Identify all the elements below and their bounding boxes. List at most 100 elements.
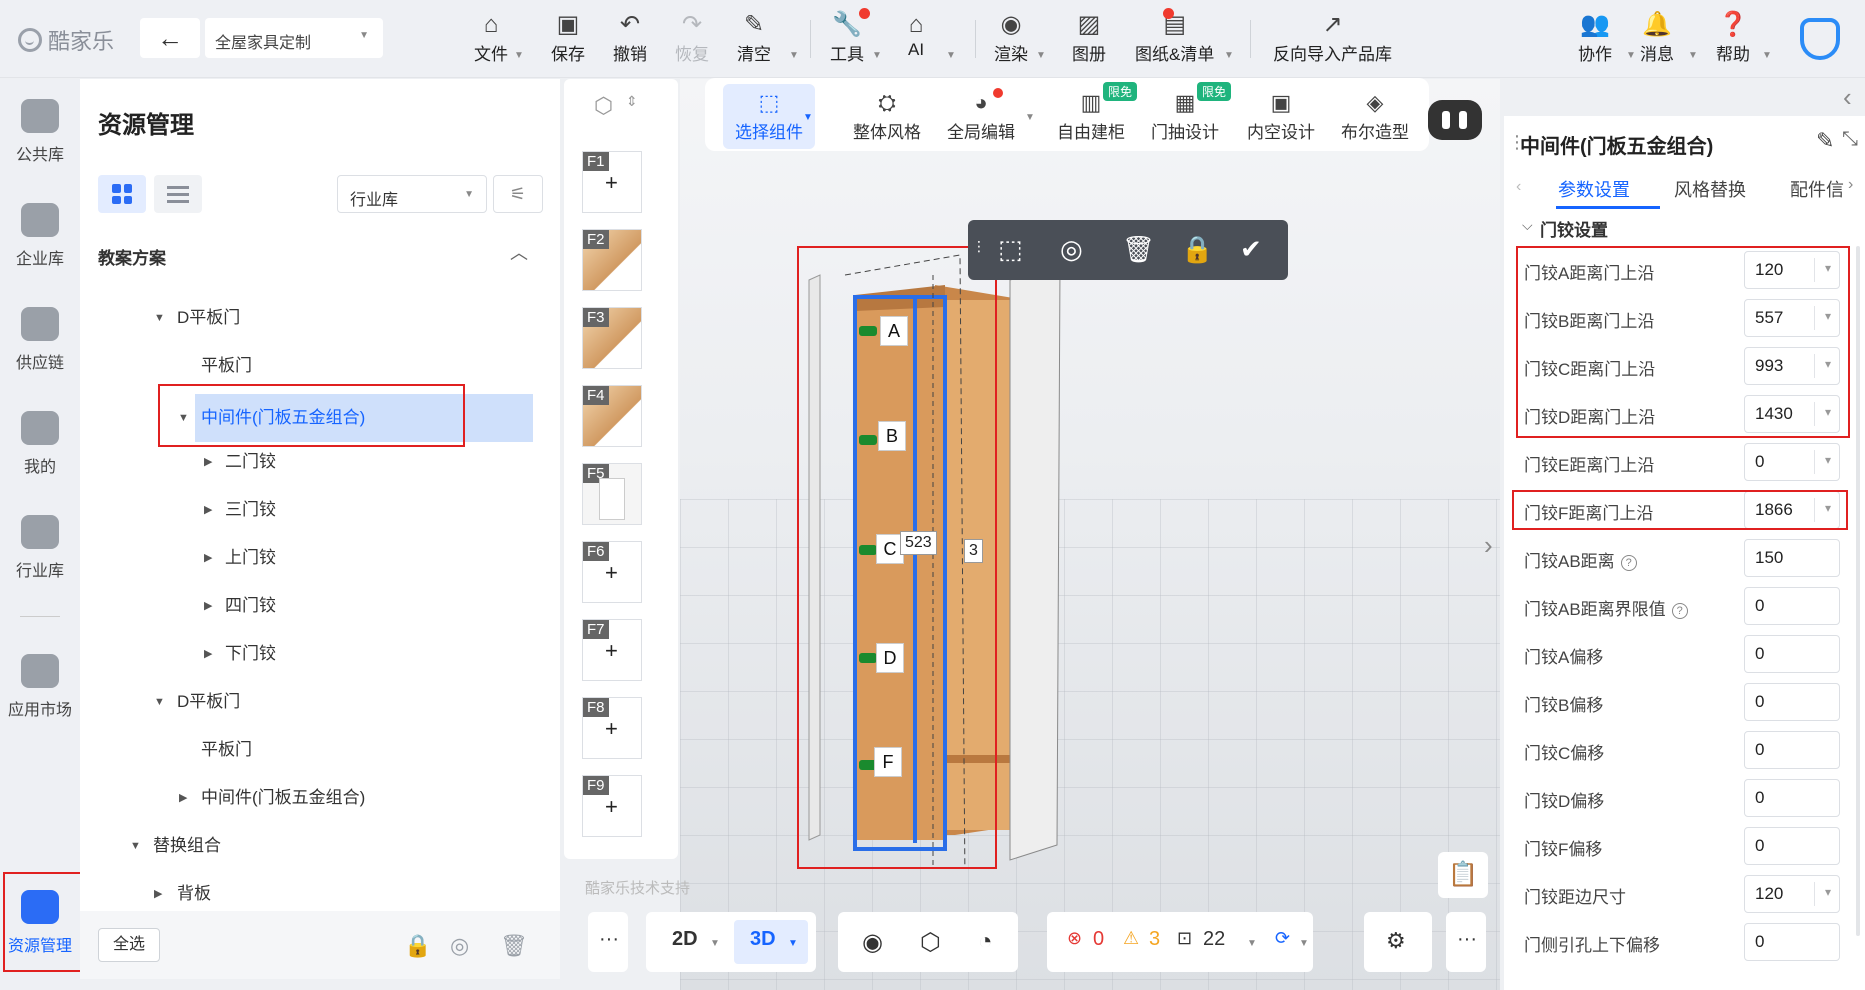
cabinet-model[interactable] — [795, 245, 1085, 865]
param-input[interactable]: 0 — [1744, 923, 1840, 961]
lock-icon[interactable]: 🔒 — [1181, 234, 1213, 265]
hinge-marker[interactable] — [859, 545, 877, 555]
thumb-slot[interactable]: F6 + — [582, 541, 642, 603]
tree-item[interactable]: ▶ 二门铰 — [80, 442, 560, 482]
chevron-down-icon[interactable]: ▼ — [1762, 50, 1772, 61]
thumb-slot[interactable]: F9 + — [582, 775, 642, 837]
param-input[interactable]: 120 — [1744, 875, 1840, 913]
filter-button[interactable]: ⚟ — [493, 175, 543, 213]
chevron-down-icon[interactable]: ▼ — [788, 938, 798, 949]
more-button[interactable]: ··· — [588, 912, 628, 972]
project-select[interactable]: 全屋家具定制 ▼ — [205, 18, 383, 58]
tree-item[interactable]: ▶ 下门铰 — [80, 634, 560, 674]
edit-component-icon[interactable]: ⬚ — [998, 234, 1023, 265]
nav-industry-library[interactable]: 行业库 — [0, 515, 80, 581]
mode-3d-button[interactable]: 3D — [750, 928, 776, 951]
more-button[interactable]: ··· — [1446, 912, 1486, 972]
sort-icon[interactable]: ⇕ — [626, 93, 638, 110]
chevron-down-icon[interactable]: ▼ — [514, 50, 524, 61]
tab-accessories[interactable]: 配件信 — [1790, 176, 1850, 202]
eye-icon[interactable]: ◉ — [862, 928, 883, 957]
lock-icon[interactable]: 🔒 — [404, 933, 431, 959]
thumb-slot[interactable]: F5 — [582, 463, 642, 525]
select-component-button[interactable]: ⬚ 选择组件 — [723, 84, 815, 149]
back-button[interactable]: ← — [140, 18, 200, 58]
library-select[interactable]: 行业库 ▼ — [337, 175, 487, 213]
error-icon[interactable]: ⊗ — [1067, 928, 1082, 949]
param-input[interactable]: 993 — [1744, 347, 1840, 385]
chevron-down-icon[interactable]: ▼ — [789, 50, 799, 61]
tree-item[interactable]: ▶ 中间件(门板五金组合) — [80, 778, 560, 818]
chevron-down-icon[interactable]: ▼ — [1688, 50, 1698, 61]
chevron-right-icon[interactable]: › — [1848, 176, 1853, 194]
param-input[interactable]: 0 — [1744, 587, 1840, 625]
thumb-slot[interactable]: F1 + — [582, 151, 642, 213]
param-input[interactable]: 557 — [1744, 299, 1840, 337]
dimension-label[interactable]: 3 — [964, 539, 983, 563]
warning-icon[interactable]: ⚠ — [1123, 928, 1139, 949]
settings-toggle-button[interactable]: ⚙ — [1364, 912, 1432, 972]
eye-off-icon[interactable]: ◎ — [450, 933, 469, 959]
chevron-left-icon[interactable]: ‹ — [1516, 178, 1521, 196]
clipboard-icon[interactable]: 📋 — [1438, 852, 1488, 898]
tree-item[interactable]: 平板门 — [80, 730, 560, 770]
chevron-down-icon[interactable]: ▼ — [1025, 112, 1035, 123]
album-button[interactable]: ▨ 图册 — [1072, 10, 1106, 70]
param-input[interactable]: 1430 — [1744, 395, 1840, 433]
tree-item[interactable]: ▶ 上门铰 — [80, 538, 560, 578]
tab-style-replace[interactable]: 风格替换 — [1674, 176, 1746, 202]
clear-button[interactable]: ✎ 清空 — [737, 10, 771, 70]
chevron-down-icon[interactable]: ▼ — [710, 938, 720, 949]
tab-params[interactable]: 参数设置 — [1558, 176, 1630, 202]
help-icon[interactable]: ? — [1620, 554, 1637, 571]
hinge-marker[interactable] — [859, 653, 877, 663]
param-input[interactable]: 0 — [1744, 443, 1840, 481]
help-icon[interactable]: ? — [1671, 602, 1688, 619]
drag-handle-icon[interactable]: ⋮ — [972, 238, 986, 255]
chevron-down-icon[interactable]: ▼ — [1036, 50, 1046, 61]
panel-toggle[interactable] — [1428, 100, 1482, 140]
save-button[interactable]: ▣ 保存 — [551, 10, 585, 70]
mode-2d-button[interactable]: 2D — [672, 928, 698, 951]
global-edit-button[interactable]: ◕ 全局编辑 — [947, 88, 1015, 143]
app-logo[interactable]: 酷家乐 — [18, 24, 114, 56]
interior-design-button[interactable]: ▣ 内空设计 — [1247, 90, 1315, 143]
thumb-slot[interactable]: F4 — [582, 385, 642, 447]
param-input[interactable]: 1866 — [1744, 491, 1840, 529]
chevron-down-icon[interactable]: ▼ — [803, 112, 813, 123]
chevron-down-icon[interactable]: ▼ — [1247, 938, 1257, 949]
thumb-slot[interactable]: F7 + — [582, 619, 642, 681]
overall-style-button[interactable]: ⛭ 整体风格 — [853, 90, 921, 143]
door-design-button[interactable]: ▦ 门抽设计 限免 — [1151, 82, 1231, 143]
cube-icon[interactable]: ⬡ — [594, 93, 613, 119]
chevron-down-icon[interactable]: ▼ — [872, 50, 882, 61]
param-input[interactable]: 0 — [1744, 731, 1840, 769]
param-input[interactable]: 0 — [1744, 779, 1840, 817]
ai-menu[interactable]: ⌂ AI — [908, 10, 924, 70]
tools-menu[interactable]: 🔧 工具 — [830, 8, 870, 70]
nav-app-market[interactable]: 应用市场 — [0, 654, 80, 720]
boolean-shape-button[interactable]: ◈ 布尔造型 — [1341, 90, 1409, 143]
param-input[interactable]: 0 — [1744, 635, 1840, 673]
tree-item[interactable]: 平板门 — [80, 346, 560, 386]
edit-icon[interactable]: ✎ — [1816, 128, 1834, 154]
tree-item[interactable]: ▼ D平板门 — [80, 298, 560, 338]
chevron-down-icon[interactable]: ▼ — [1224, 50, 1234, 61]
collab-button[interactable]: 👥 协作 — [1578, 10, 1612, 70]
scrollbar[interactable] — [1856, 246, 1860, 936]
chevron-right-icon[interactable]: › — [1484, 530, 1493, 561]
drawings-menu[interactable]: ▤ 图纸&清单 — [1135, 8, 1214, 70]
reverse-import-button[interactable]: ↗ 反向导入产品库 — [1273, 10, 1392, 70]
nav-mine[interactable]: 我的 — [0, 411, 80, 477]
list-view-button[interactable] — [154, 175, 202, 213]
nav-public-library[interactable]: 公共库 — [0, 99, 80, 165]
tree-item[interactable]: ▶ 三门铰 — [80, 490, 560, 530]
gauge-icon[interactable]: ◔ — [978, 928, 993, 956]
nav-supply-chain[interactable]: 供应链 — [0, 307, 80, 373]
free-build-button[interactable]: ▥ 自由建柜 限免 — [1057, 82, 1137, 143]
hinge-marker[interactable] — [859, 326, 877, 336]
thumb-slot[interactable]: F8 + — [582, 697, 642, 759]
eye-off-icon[interactable]: ◎ — [1060, 234, 1083, 265]
select-all-button[interactable]: 全选 — [98, 928, 160, 962]
hinge-marker[interactable] — [859, 435, 877, 445]
